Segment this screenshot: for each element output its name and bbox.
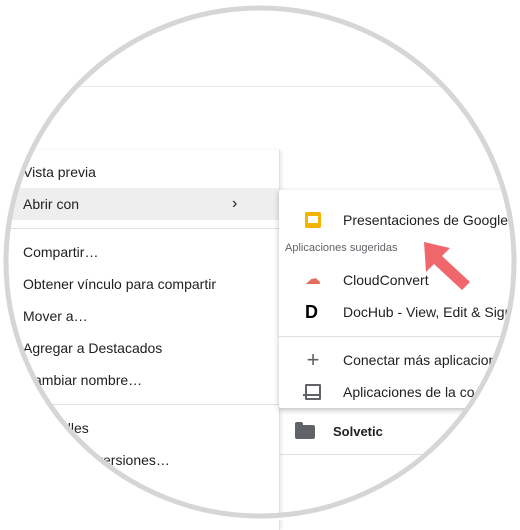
submenu-item-connect-apps[interactable]: + Conectar más aplicacion bbox=[279, 344, 520, 376]
menu-item-preview[interactable]: Vista previa bbox=[0, 156, 279, 188]
submenu-item-label: Presentaciones de Google bbox=[343, 212, 508, 228]
menu-item-label: Agregar a Destacados bbox=[23, 340, 163, 356]
menu-item-label: Abrir con bbox=[23, 196, 80, 212]
submenu-item-computer-apps[interactable]: Aplicaciones de la co bbox=[279, 376, 520, 408]
file-name: Solvetic bbox=[333, 424, 383, 439]
drive-screen: Solvetic Vista previa Abrir con › Compar… bbox=[0, 0, 520, 530]
menu-item-label: Vista previa bbox=[23, 164, 96, 180]
annotation-arrow-icon bbox=[424, 242, 470, 290]
menu-item-details[interactable]: alles bbox=[0, 412, 279, 444]
menu-item-share[interactable]: Compartir… bbox=[0, 236, 279, 268]
divider bbox=[280, 454, 520, 455]
google-slides-icon bbox=[305, 212, 321, 228]
laptop-icon bbox=[303, 384, 321, 400]
menu-item-label: versiones… bbox=[96, 452, 170, 468]
chevron-right-icon: › bbox=[232, 195, 238, 212]
caret-down-icon[interactable] bbox=[254, 4, 262, 9]
menu-item-label: Mover a… bbox=[23, 308, 88, 324]
menu-item-add-starred[interactable]: Agregar a Destacados bbox=[0, 332, 279, 364]
open-with-submenu: Presentaciones de Google Aplicaciones su… bbox=[279, 190, 520, 408]
menu-item-label: Compartir… bbox=[23, 244, 99, 260]
submenu-item-label: DocHub - View, Edit & Sign bbox=[343, 304, 513, 320]
menu-item-rename[interactable]: ambiar nombre… bbox=[0, 364, 279, 396]
menu-separator bbox=[0, 228, 279, 229]
menu-item-label: Obtener vínculo para compartir bbox=[23, 276, 216, 292]
submenu-item-label: Aplicaciones de la co bbox=[343, 384, 475, 400]
submenu-item-google-slides[interactable]: Presentaciones de Google bbox=[279, 204, 520, 236]
file-row-solvetic[interactable]: Solvetic bbox=[280, 412, 520, 452]
dochub-icon: D bbox=[305, 302, 318, 322]
menu-item-label: ambiar nombre… bbox=[34, 372, 143, 388]
context-menu: Vista previa Abrir con › Compartir… Obte… bbox=[0, 150, 280, 530]
submenu-item-label: CloudConvert bbox=[343, 272, 429, 288]
divider bbox=[30, 86, 490, 87]
plus-icon: + bbox=[306, 347, 320, 372]
menu-item-label: alles bbox=[60, 420, 89, 436]
menu-item-open-with[interactable]: Abrir con › bbox=[0, 188, 279, 220]
submenu-item-dochub[interactable]: D DocHub - View, Edit & Sign bbox=[279, 296, 520, 328]
cloudconvert-icon: ☁ bbox=[305, 271, 321, 288]
menu-item-get-link[interactable]: Obtener vínculo para compartir bbox=[0, 268, 279, 300]
menu-item-move-to[interactable]: Mover a… bbox=[0, 300, 279, 332]
submenu-item-cloudconvert[interactable]: ☁ CloudConvert bbox=[279, 264, 520, 296]
submenu-separator bbox=[279, 336, 520, 337]
suggested-apps-heading: Aplicaciones sugeridas bbox=[285, 242, 398, 254]
folder-icon bbox=[295, 422, 315, 439]
submenu-item-label: Conectar más aplicacion bbox=[343, 352, 497, 368]
menu-item-versions[interactable]: versiones… bbox=[0, 444, 279, 476]
menu-separator bbox=[0, 404, 279, 405]
